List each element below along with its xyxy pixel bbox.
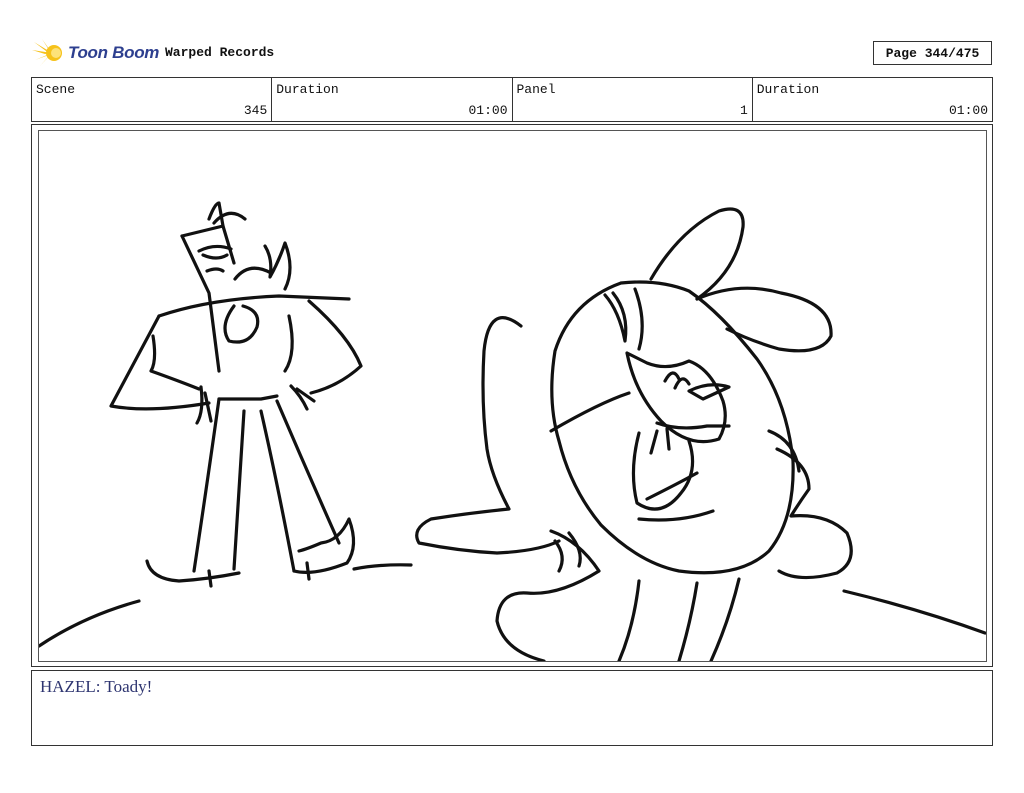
scene-cell: Scene 345 (32, 78, 273, 121)
storyboard-sketch (39, 201, 986, 661)
storyboard-panel (38, 130, 987, 662)
panel-duration-label: Duration (756, 82, 820, 97)
dialogue-text: HAZEL: Toady! (40, 677, 153, 696)
dialogue-box: HAZEL: Toady! (31, 670, 993, 746)
panel-cell: Panel 1 (513, 78, 753, 121)
scene-duration-value: 01:00 (468, 103, 508, 118)
ground-line-mid (352, 563, 413, 571)
scene-value: 345 (243, 103, 268, 118)
panel-info-table: Scene 345 Duration 01:00 Panel 1 Duratio… (31, 77, 993, 122)
scene-label: Scene (36, 82, 76, 97)
scene-duration-label: Duration (276, 82, 339, 97)
panicked-character-sketch (415, 207, 853, 661)
panel-duration-cell: Duration 01:00 (753, 78, 992, 121)
panel-duration-value: 01:00 (948, 103, 988, 118)
logo-text: Toon Boom (68, 43, 160, 62)
page-indicator: Page 344/475 (873, 41, 992, 65)
ground-line-left (39, 599, 141, 648)
panel-label: Panel (516, 82, 556, 97)
ground-line-right (842, 589, 986, 635)
toon-boom-logo: Toon Boom (32, 38, 159, 68)
scene-duration-cell: Duration 01:00 (272, 78, 513, 121)
project-title: Warped Records (165, 45, 275, 60)
standing-character-sketch (109, 201, 363, 588)
panel-value: 1 (739, 103, 748, 118)
toon-boom-burst-icon (32, 39, 62, 66)
